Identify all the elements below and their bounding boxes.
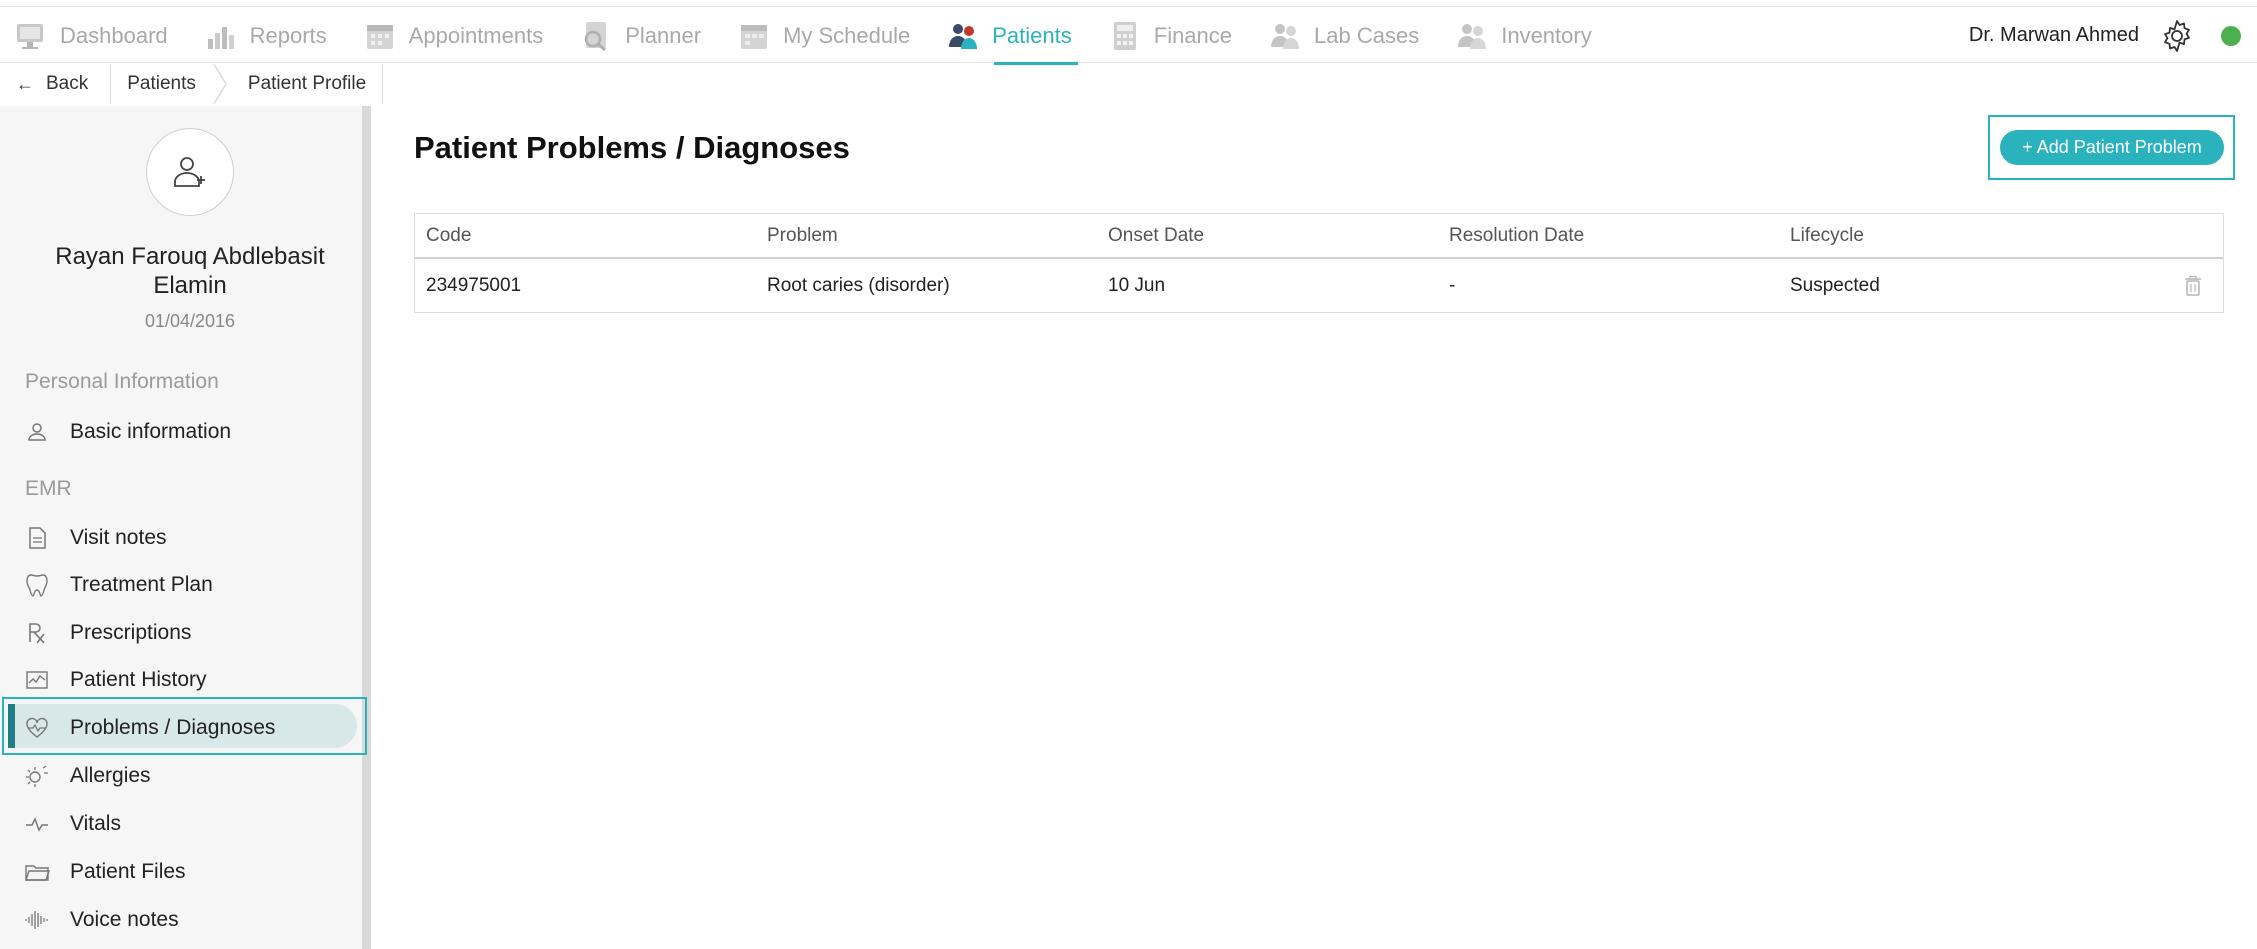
sidebar-item-basic-information[interactable]: Basic information: [24, 411, 231, 453]
nav-items: Dashboard Reports Appointments Planner M…: [14, 7, 1628, 65]
dashboard-icon: [17, 23, 43, 49]
nav-item-inventory[interactable]: Inventory: [1455, 7, 1592, 64]
nav-label: Planner: [625, 22, 702, 48]
breadcrumb-item-patients[interactable]: Patients: [111, 64, 212, 104]
allergy-icon: [26, 765, 48, 787]
trash-icon[interactable]: [2181, 274, 2205, 298]
sidebar-item-prescriptions[interactable]: Prescriptions: [24, 612, 191, 654]
column-header-code[interactable]: Code: [415, 225, 756, 247]
nav-label: Dashboard: [60, 22, 168, 48]
nav-label: Lab Cases: [1314, 22, 1420, 48]
vitals-icon: [26, 817, 48, 832]
heart-pulse-icon: [26, 717, 48, 738]
sidebar-item-label: Vitals: [70, 812, 121, 835]
page-title: Patient Problems / Diagnoses: [414, 130, 850, 165]
sidebar-item-problems-diagnoses[interactable]: Problems / Diagnoses: [24, 707, 275, 749]
schedule-icon: [741, 24, 768, 49]
section-title-emr: EMR: [25, 477, 72, 500]
patient-name: Rayan Farouq Abdlebasit Elamin: [55, 243, 325, 299]
sidebar-item-vitals[interactable]: Vitals: [24, 803, 121, 845]
sidebar-item-label: Basic information: [70, 420, 232, 443]
top-navigation: Dashboard Reports Appointments Planner M…: [0, 6, 2257, 65]
nav-item-reports[interactable]: Reports: [204, 7, 327, 64]
nav-item-lab-cases[interactable]: Lab Cases: [1268, 7, 1419, 64]
sidebar-item-treatment-plan[interactable]: Treatment Plan: [24, 564, 213, 606]
breadcrumb: ← Back Patients Patient Profile: [0, 64, 384, 104]
nav-label: Patients: [992, 22, 1072, 48]
nav-item-finance[interactable]: Finance: [1108, 7, 1232, 64]
breadcrumb-separator-icon: [213, 64, 227, 104]
nav-label: Appointments: [408, 22, 544, 48]
column-header-resolution-date[interactable]: Resolution Date: [1438, 225, 1779, 247]
gear-icon[interactable]: [2159, 18, 2195, 54]
nav-label: My Schedule: [783, 22, 911, 48]
history-chart-icon: [26, 671, 48, 689]
cell-problem: Root caries (disorder): [767, 274, 950, 296]
breadcrumb-label: Patients: [127, 73, 196, 94]
add-user-icon: [174, 157, 205, 187]
tooth-icon: [26, 574, 48, 597]
folder-icon: [25, 865, 50, 881]
back-button[interactable]: ← Back: [0, 64, 112, 104]
back-label: Back: [46, 73, 89, 94]
nav-label: Finance: [1153, 22, 1233, 48]
patients-icon: [949, 23, 978, 49]
patient-sidebar: Rayan Farouq Abdlebasit Elamin 01/04/201…: [0, 106, 371, 949]
prescription-icon: [29, 623, 45, 644]
user-name[interactable]: Dr. Marwan Ahmed: [1969, 24, 2139, 47]
sidebar-item-voice-notes[interactable]: Voice notes: [24, 899, 179, 941]
sidebar-item-patient-history[interactable]: Patient History: [24, 659, 207, 701]
breadcrumb-item-patient-profile[interactable]: Patient Profile: [232, 64, 384, 104]
online-status-indicator: [2221, 25, 2241, 46]
nav-item-patients[interactable]: Patients: [946, 7, 1078, 65]
breadcrumb-label: Patient Profile: [247, 73, 367, 94]
nav-label: Reports: [249, 22, 327, 48]
user-area: Dr. Marwan Ahmed: [1969, 7, 2241, 64]
sidebar-item-allergies[interactable]: Allergies: [24, 755, 151, 797]
nav-item-my-schedule[interactable]: My Schedule: [737, 7, 910, 64]
sidebar-item-label: Patient History: [70, 668, 207, 691]
user-icon: [28, 423, 46, 441]
nav-item-dashboard[interactable]: Dashboard: [14, 7, 168, 64]
table-header: Code Problem Onset Date Resolution Date …: [415, 214, 2223, 259]
sidebar-item-visit-notes[interactable]: Visit notes: [24, 517, 167, 559]
appointments-icon: [366, 24, 393, 49]
cell-resolution-date: -: [1449, 274, 1456, 296]
table-row[interactable]: 234975001 Root caries (disorder) 10 Jun …: [415, 259, 2223, 312]
nav-item-appointments[interactable]: Appointments: [363, 7, 544, 64]
sidebar-item-label: Patient Files: [70, 860, 186, 883]
nav-label: Inventory: [1501, 22, 1592, 48]
sidebar-item-patient-files[interactable]: Patient Files: [24, 851, 186, 893]
sidebar-item-label: Visit notes: [70, 526, 167, 549]
add-patient-problem-button[interactable]: + Add Patient Problem: [2000, 130, 2224, 165]
document-icon: [29, 527, 46, 549]
cell-lifecycle: Suspected: [1790, 274, 1880, 296]
problems-table: Code Problem Onset Date Resolution Date …: [414, 213, 2224, 313]
inventory-icon: [1458, 23, 1487, 49]
add-patient-problem-highlight: + Add Patient Problem: [1988, 115, 2235, 180]
patient-dob: 01/04/2016: [144, 311, 236, 331]
sidebar-item-label: Treatment Plan: [70, 573, 213, 596]
avatar[interactable]: [146, 128, 234, 216]
section-title-personal-information: Personal Information: [25, 370, 219, 393]
nav-item-planner[interactable]: Planner: [579, 7, 701, 64]
lab-cases-icon: [1271, 23, 1300, 49]
column-header-lifecycle[interactable]: Lifecycle: [1779, 225, 2159, 247]
column-header-onset-date[interactable]: Onset Date: [1097, 225, 1438, 247]
finance-icon: [1113, 21, 1136, 50]
waveform-icon: [25, 911, 48, 929]
sidebar-item-label: Voice notes: [70, 908, 179, 931]
arrow-left-icon: ←: [16, 73, 34, 94]
reports-icon: [207, 26, 234, 49]
column-header-problem[interactable]: Problem: [756, 225, 1097, 247]
sidebar-item-label: Problems / Diagnoses: [70, 716, 276, 739]
cell-code: 234975001: [426, 274, 522, 296]
planner-icon: [584, 21, 607, 51]
cell-onset-date: 10 Jun: [1108, 274, 1166, 296]
sidebar-item-label: Prescriptions: [70, 621, 192, 644]
sidebar-item-label: Allergies: [70, 764, 151, 787]
